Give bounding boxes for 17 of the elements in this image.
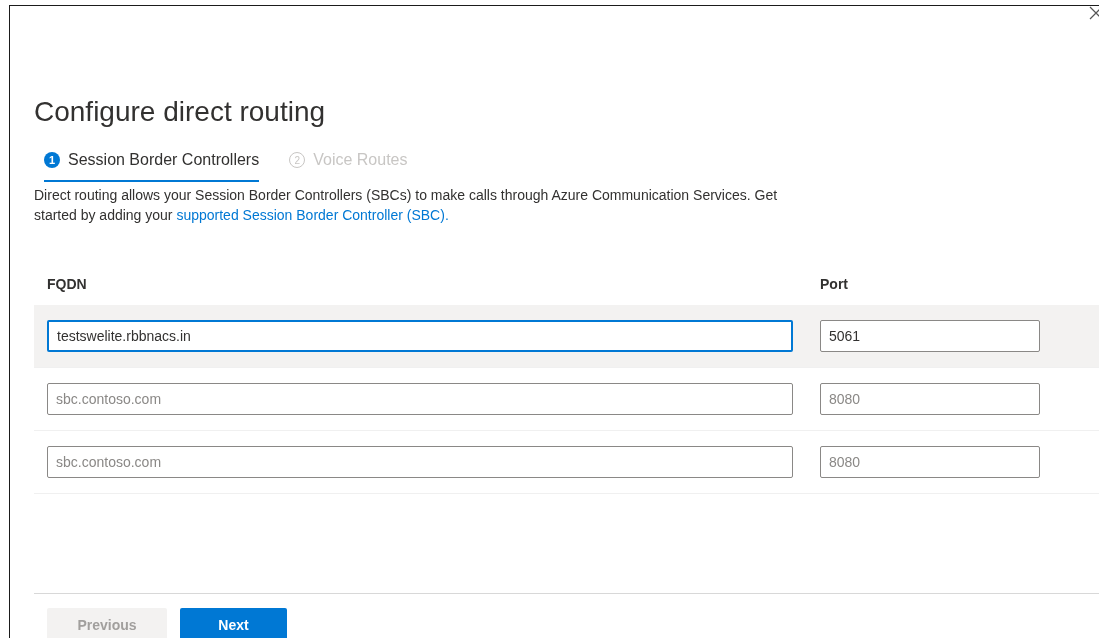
step-tab[interactable]: 1 Session Border Controllers <box>44 146 260 182</box>
column-header: Port <box>820 274 848 294</box>
port-input[interactable]: 8080 <box>820 446 1040 478</box>
support-link[interactable]: supported Session Border Controller (SBC). <box>176 207 449 223</box>
next-button[interactable]: Next <box>180 608 287 638</box>
fqdn-input[interactable]: testswelite.rbbnacs.in <box>47 320 793 352</box>
fqdn-input[interactable]: sbc.contoso.com <box>47 383 793 415</box>
step-label: Session Border Controllers <box>68 150 260 170</box>
close-icon[interactable] <box>1089 6 1099 20</box>
port-input[interactable]: 5061 <box>820 320 1040 352</box>
description-text: Direct routing allows your Session Border Controllers (SBCs) to make calls through Azure Communication Services. Get started by adding your supported Session Border Controller (SBC). <box>34 186 779 225</box>
table-row[interactable]: testswelite.rbbnacs.in 5061 <box>34 305 1099 368</box>
fqdn-input[interactable]: sbc.contoso.com <box>47 446 793 478</box>
port-input[interactable]: 8080 <box>820 383 1040 415</box>
column-header: FQDN <box>47 274 88 294</box>
step-label: Voice Routes <box>313 150 408 170</box>
dialog-title: Configure direct routing <box>34 95 326 129</box>
